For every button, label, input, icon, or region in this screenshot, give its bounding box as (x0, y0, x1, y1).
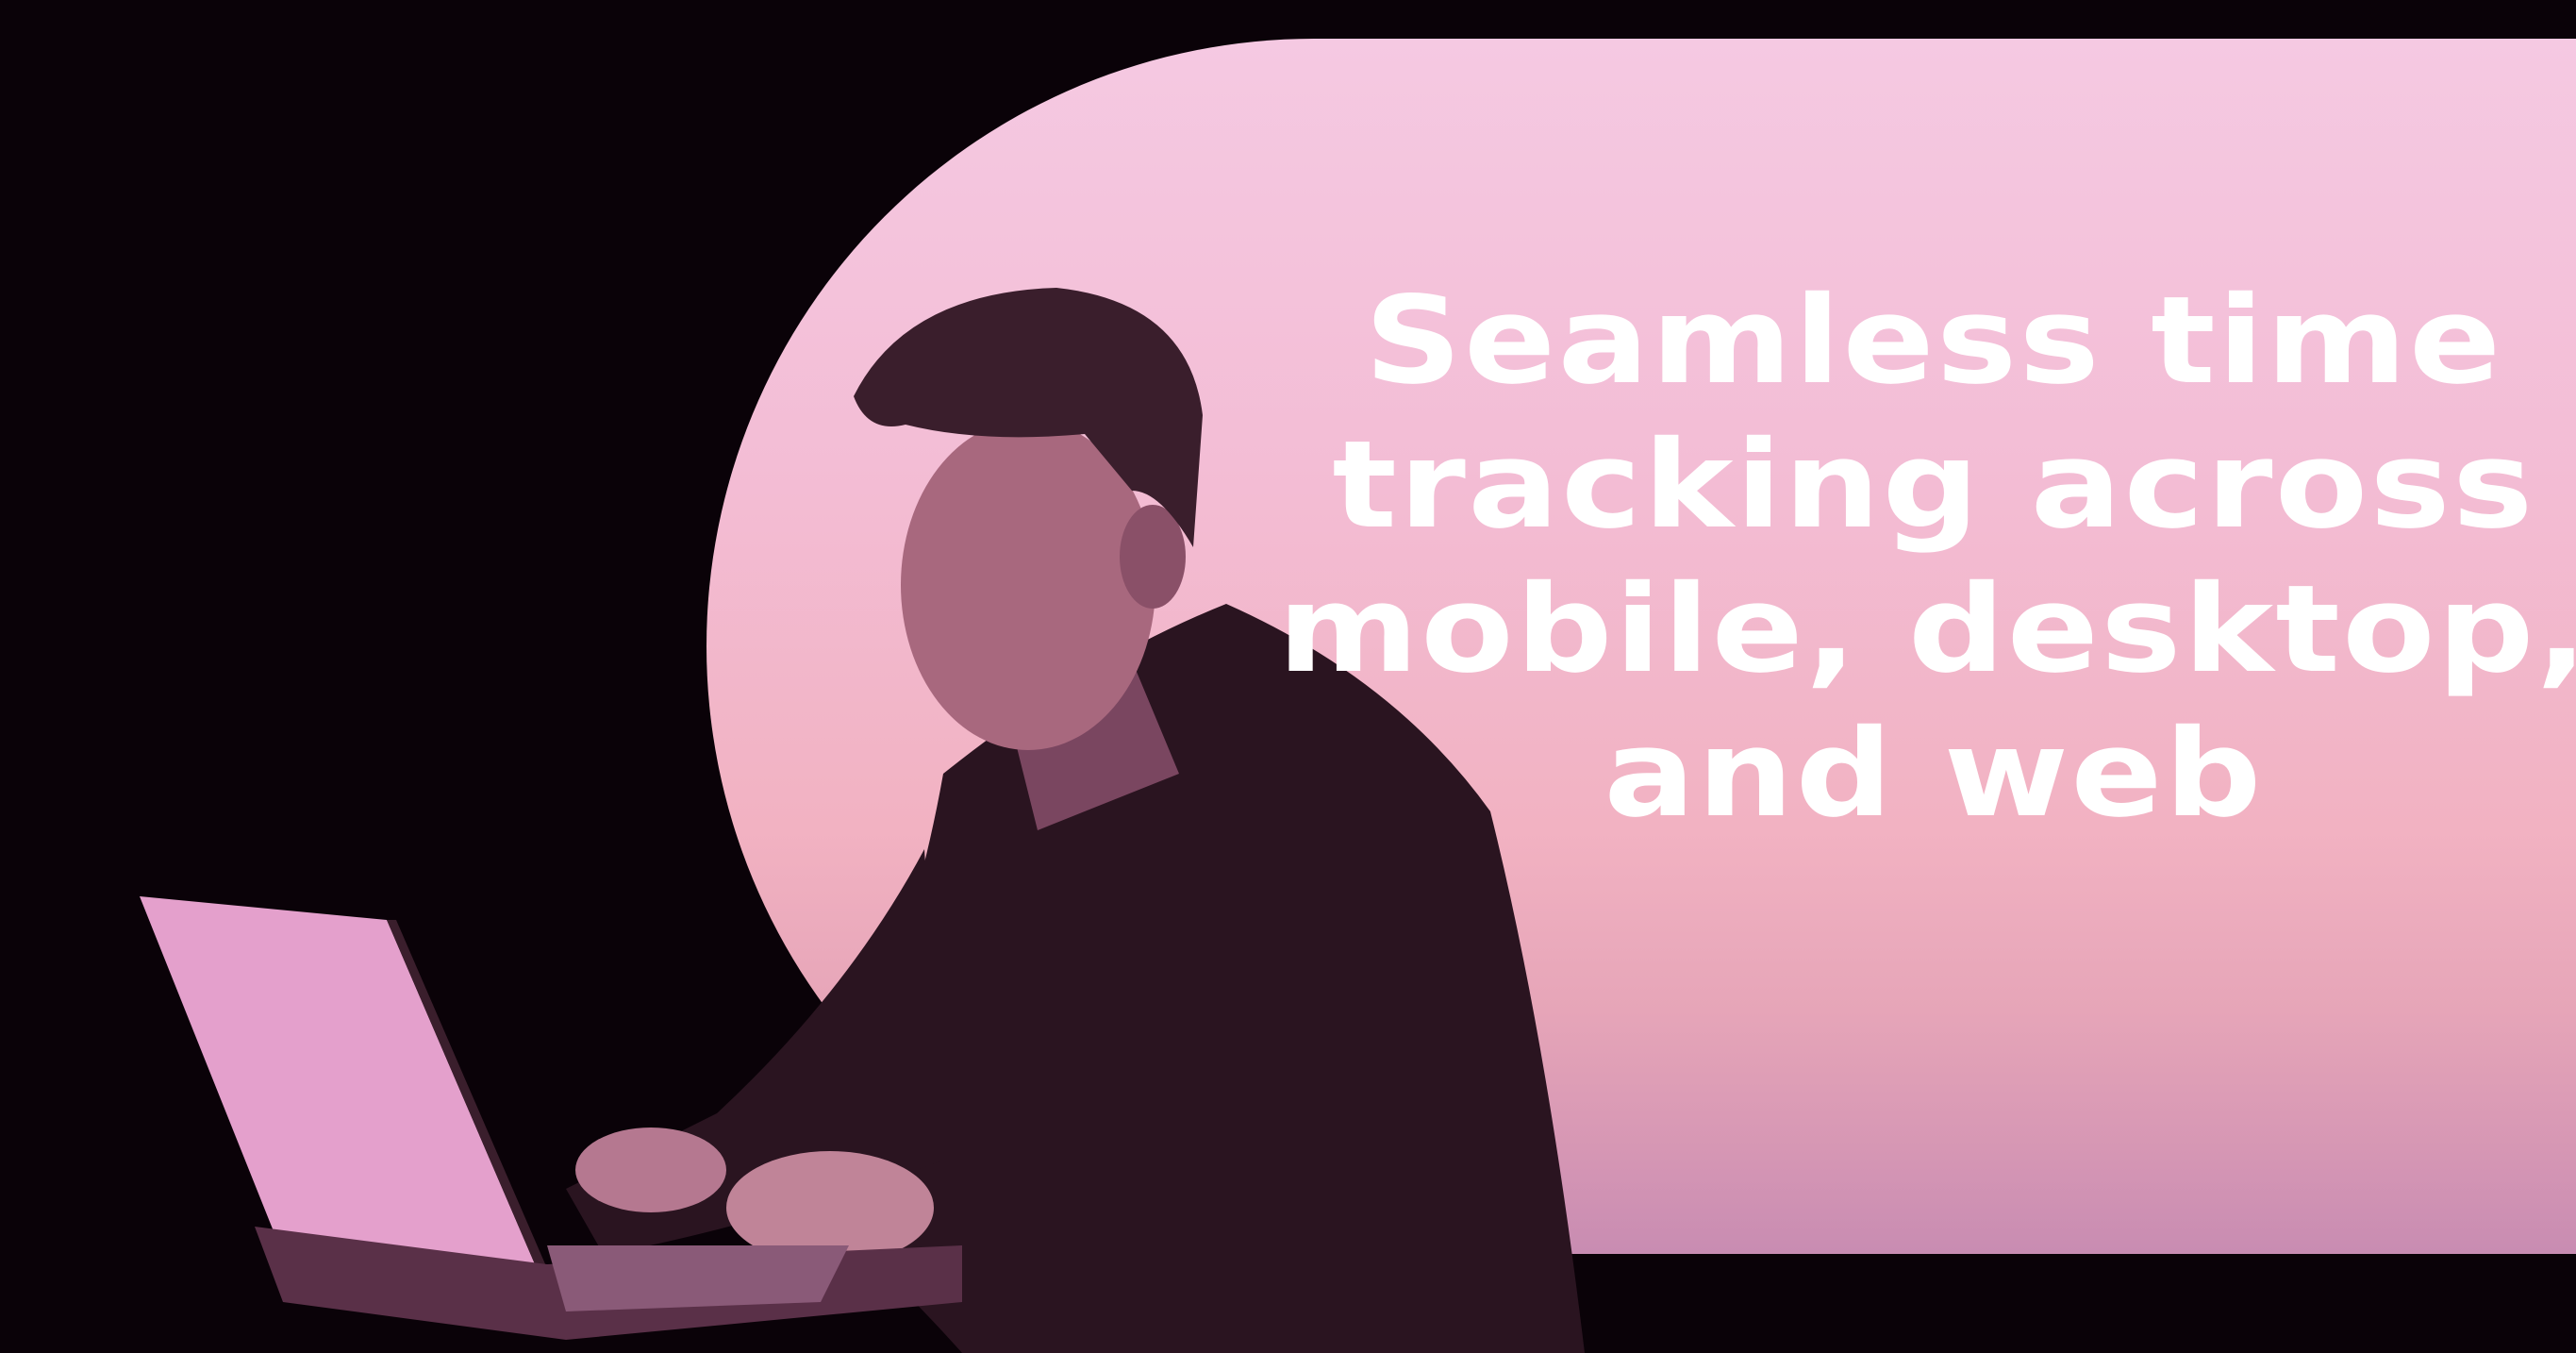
headline-line-1: Seamless time (1364, 271, 2503, 411)
headline-line-4: and web (1604, 704, 2264, 844)
left-hand (575, 1128, 726, 1212)
headline: Seamless time tracking across mobile, de… (1268, 269, 2576, 846)
laptop-screen (140, 896, 547, 1293)
keyboard (547, 1245, 849, 1311)
headline-line-3: mobile, desktop, (1277, 560, 2576, 700)
headline-line-2: tracking across (1332, 415, 2535, 556)
